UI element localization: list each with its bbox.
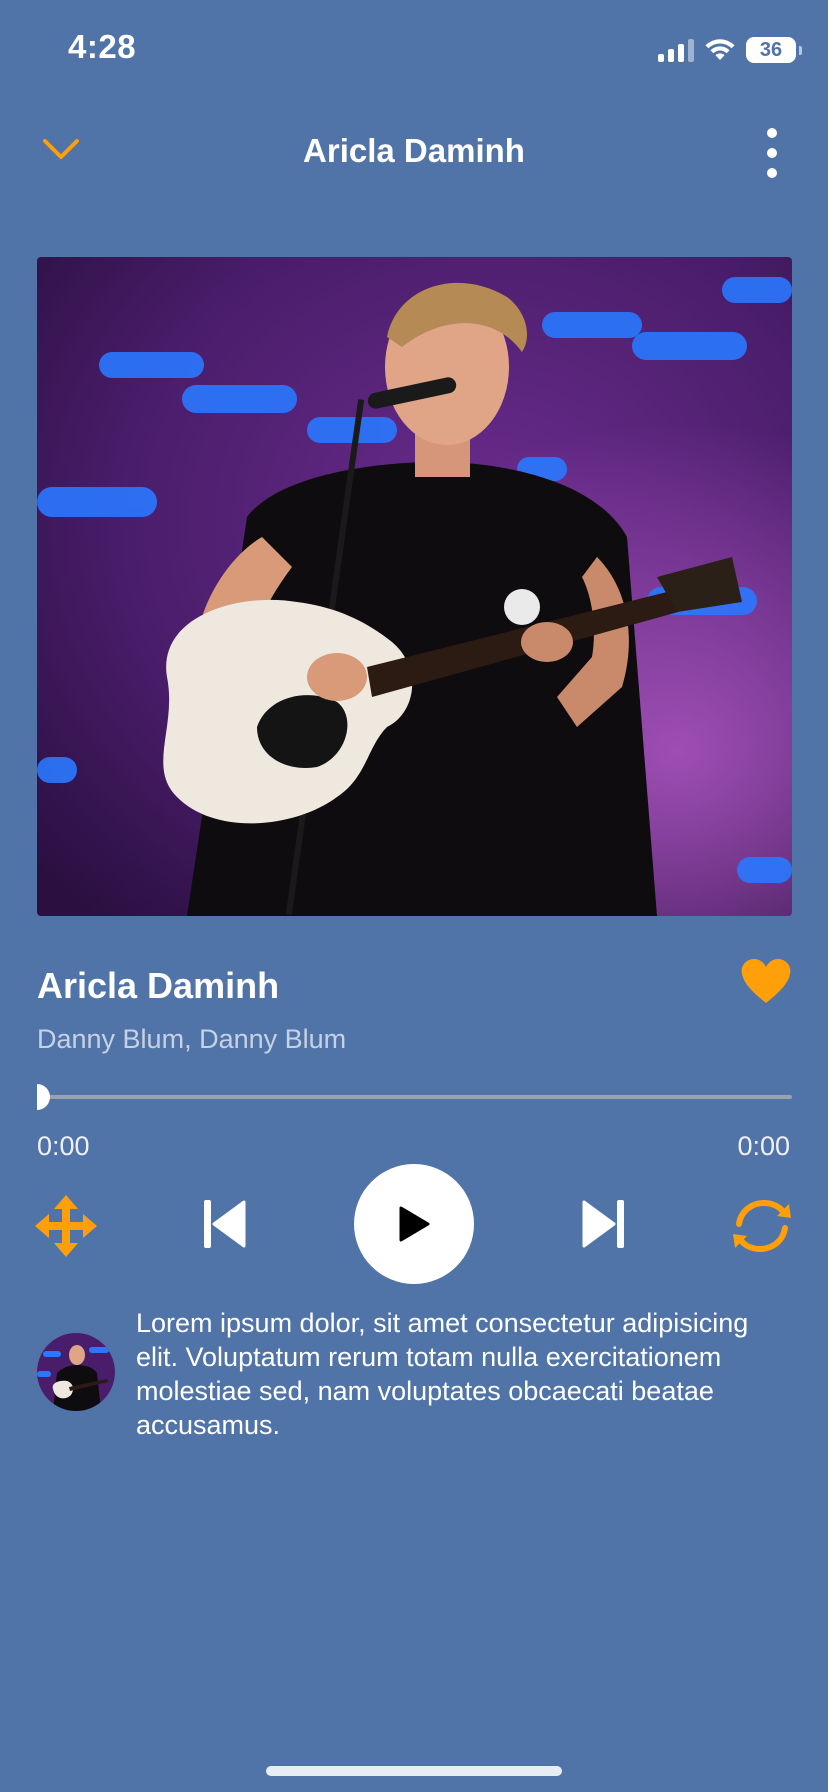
- progress-slider[interactable]: [37, 1084, 792, 1110]
- battery-icon: 36: [746, 37, 802, 63]
- previous-track-button[interactable]: [202, 1198, 248, 1250]
- skip-previous-icon: [204, 1200, 246, 1248]
- play-button[interactable]: [354, 1164, 474, 1284]
- status-icons: 36: [658, 34, 802, 66]
- shuffle-button[interactable]: [34, 1194, 98, 1258]
- track-title: Aricla Daminh: [37, 965, 280, 1006]
- track-artists: Danny Blum, Danny Blum: [37, 1024, 347, 1054]
- current-time: 0:00: [37, 1131, 90, 1161]
- artist-avatar: [37, 1333, 115, 1411]
- more-vertical-icon: [767, 128, 777, 138]
- like-button[interactable]: [740, 958, 792, 1006]
- track-description: Lorem ipsum dolor, sit amet consectetur …: [136, 1308, 749, 1440]
- wifi-icon: [705, 39, 735, 60]
- play-icon: [399, 1206, 430, 1242]
- duration-time: 0:00: [737, 1131, 790, 1161]
- page-title: Aricla Daminh: [303, 132, 525, 169]
- skip-next-icon: [582, 1200, 624, 1248]
- cellular-signal-icon: [658, 38, 694, 62]
- more-options-button[interactable]: [760, 128, 784, 178]
- repeat-button[interactable]: [730, 1194, 794, 1258]
- next-track-button[interactable]: [580, 1198, 626, 1250]
- move-arrows-icon: [35, 1195, 97, 1257]
- repeat-icon: [733, 1199, 791, 1253]
- home-indicator[interactable]: [266, 1766, 562, 1776]
- heart-icon: [741, 959, 791, 1003]
- album-artwork: [37, 257, 792, 916]
- progress-handle[interactable]: [37, 1084, 50, 1110]
- status-time: 4:28: [68, 28, 137, 65]
